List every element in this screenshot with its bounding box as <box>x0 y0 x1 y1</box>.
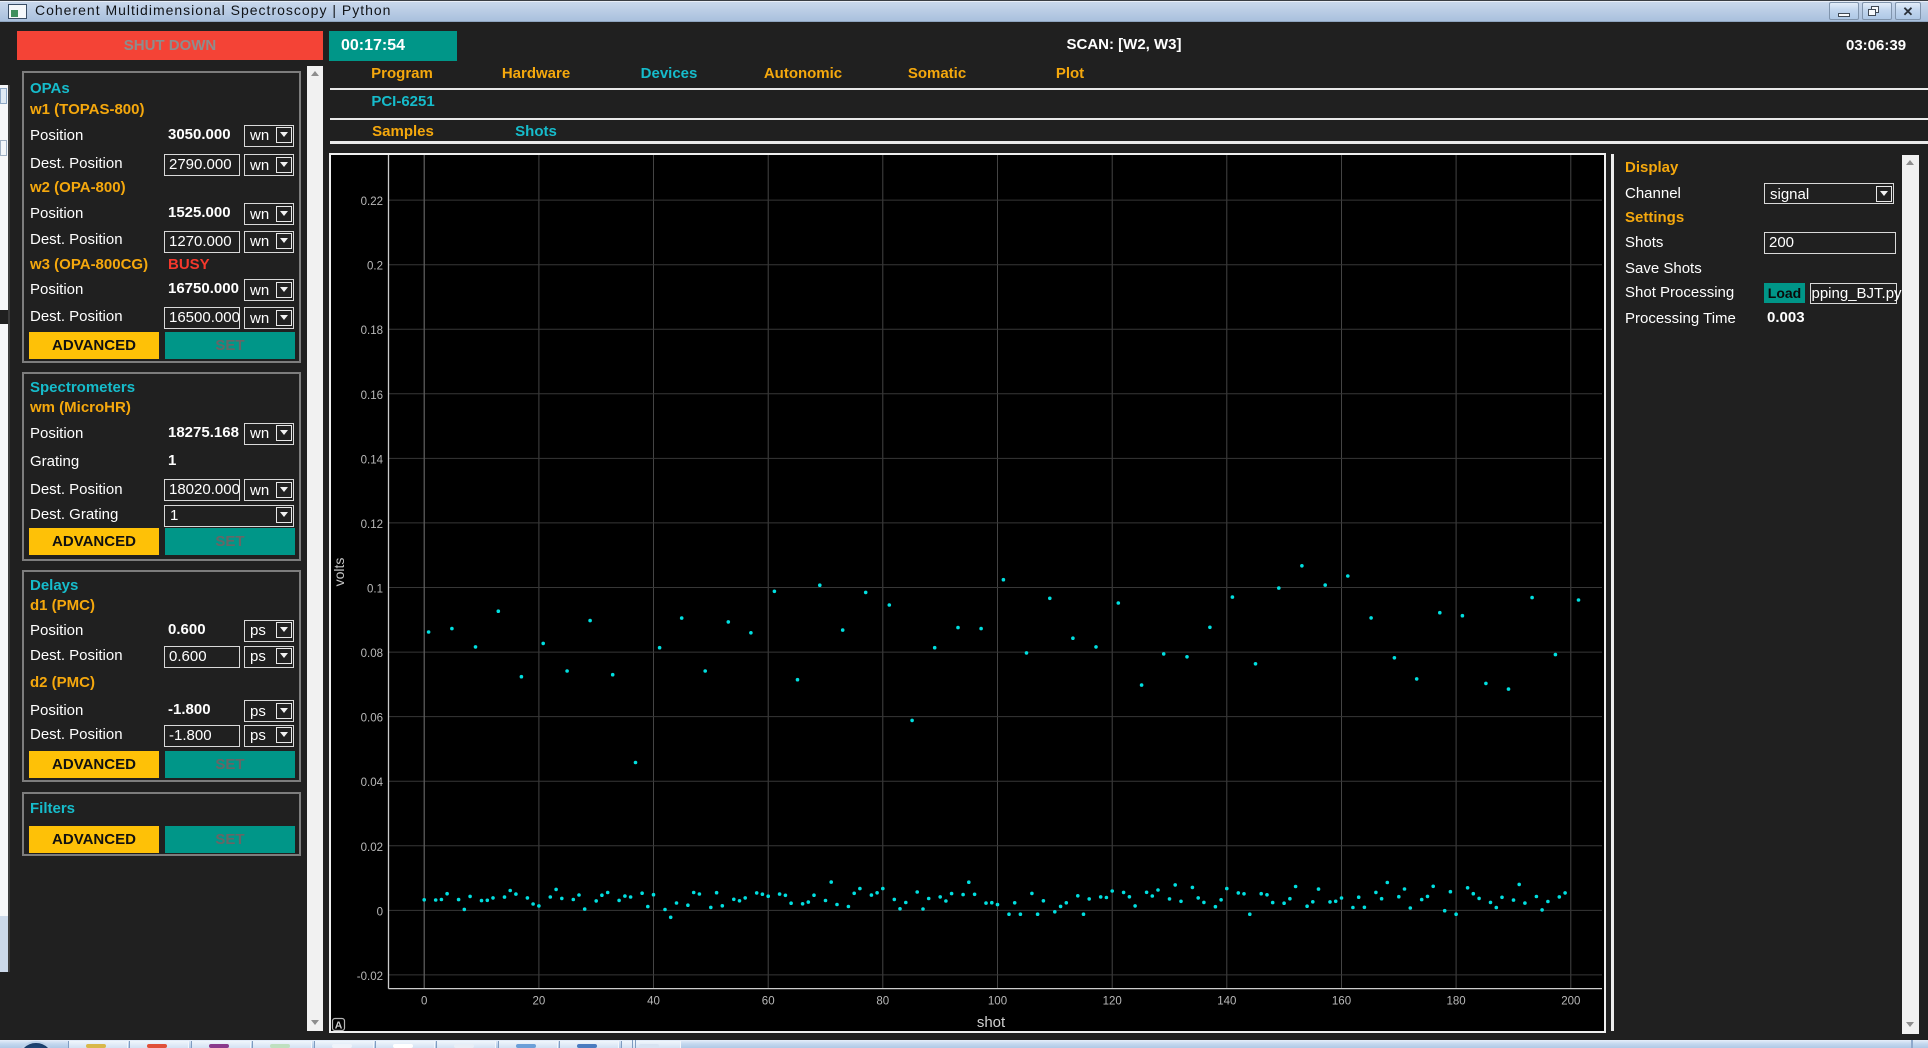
svg-text:120: 120 <box>1103 996 1122 1008</box>
svg-text:0.02: 0.02 <box>361 842 383 854</box>
svg-text:140: 140 <box>1217 996 1236 1008</box>
svg-text:-0.02: -0.02 <box>357 971 383 983</box>
svg-text:A: A <box>335 1020 343 1032</box>
svg-text:160: 160 <box>1332 996 1351 1008</box>
svg-text:0.04: 0.04 <box>361 777 384 789</box>
svg-text:0.2: 0.2 <box>367 261 383 273</box>
svg-text:0: 0 <box>377 906 383 918</box>
svg-text:0.1: 0.1 <box>367 584 383 596</box>
svg-text:0: 0 <box>421 996 427 1008</box>
svg-text:0.18: 0.18 <box>361 325 383 337</box>
svg-text:40: 40 <box>647 996 660 1008</box>
svg-text:180: 180 <box>1447 996 1466 1008</box>
svg-text:0.12: 0.12 <box>361 519 383 531</box>
svg-text:shot: shot <box>977 1014 1006 1031</box>
svg-text:0.14: 0.14 <box>361 454 384 466</box>
svg-text:0.22: 0.22 <box>361 196 383 208</box>
svg-text:0.16: 0.16 <box>361 390 383 402</box>
svg-text:200: 200 <box>1561 996 1580 1008</box>
svg-text:volts: volts <box>331 558 347 587</box>
svg-text:20: 20 <box>533 996 546 1008</box>
svg-text:0.06: 0.06 <box>361 713 383 725</box>
svg-text:80: 80 <box>876 996 889 1008</box>
svg-text:0.08: 0.08 <box>361 648 383 660</box>
svg-text:60: 60 <box>762 996 775 1008</box>
svg-text:100: 100 <box>988 996 1007 1008</box>
